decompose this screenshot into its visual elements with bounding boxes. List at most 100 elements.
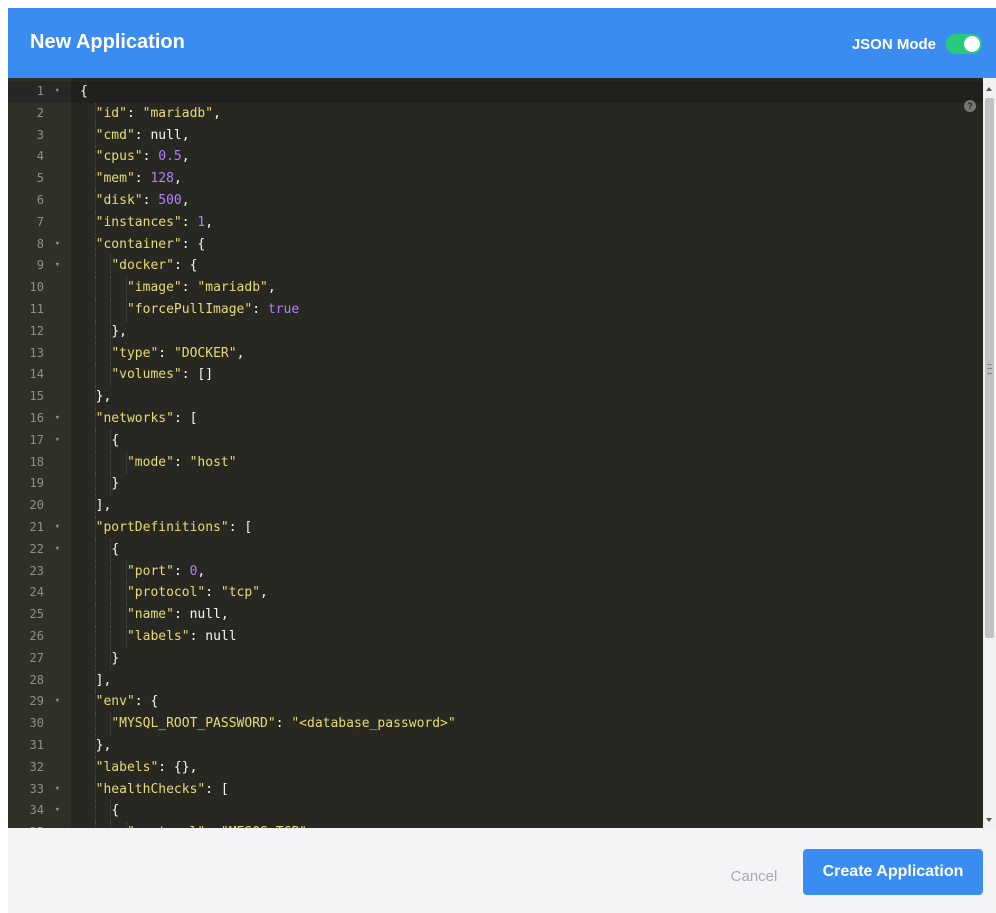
fold-arrow-icon[interactable]: ▾: [55, 691, 60, 713]
line-number-text: 3: [36, 127, 44, 142]
scroll-up-arrow-icon[interactable]: [986, 87, 992, 91]
line-number-gutter: 1 ▾ 2 3 4 5 6 7 8 ▾ 9 ▾ 10 11 12 13 14 15 16 ▾ 17 ▾ 18 19 20 21 ▾ 2…: [8, 78, 71, 828]
line-number: 4: [8, 146, 71, 168]
code-token-ws: [80, 389, 96, 404]
code-text: {: [80, 430, 119, 452]
code-line: "cmd": null,: [71, 124, 983, 147]
code-line: "disk": 500,: [71, 190, 983, 212]
fold-arrow-icon[interactable]: ▾: [55, 255, 60, 277]
code-text: "labels": null: [80, 626, 237, 648]
code-token-punc: }: [111, 650, 120, 666]
fold-arrow-icon[interactable]: ▾: [55, 81, 60, 103]
code-text: "id": "mariadb",: [80, 103, 221, 125]
code-line: "mem": 128,: [71, 168, 983, 190]
code-token-key: "instances": [95, 214, 182, 230]
json-mode-toggle[interactable]: [946, 34, 982, 54]
code-token-key: "port": [126, 563, 174, 579]
code-token-ws: [80, 542, 111, 557]
code-token-punc: :: [173, 607, 190, 623]
cancel-button[interactable]: Cancel: [712, 859, 796, 893]
code-token-punc: :: [158, 345, 174, 361]
code-area[interactable]: { "id": "mariadb", "cmd": null, "cpus": …: [71, 78, 983, 828]
line-number: 13: [8, 343, 71, 365]
line-number: 21 ▾: [8, 517, 71, 539]
line-number: 9 ▾: [8, 255, 71, 277]
line-number-text: 11: [29, 302, 44, 316]
code-token-lit: true: [267, 302, 300, 317]
code-token-punc: ,: [213, 105, 221, 121]
line-number: 1 ▾: [8, 81, 71, 103]
fold-arrow-icon[interactable]: ▾: [55, 539, 60, 561]
code-token-key: "id": [95, 105, 127, 121]
code-line: "mode": "host": [71, 451, 983, 474]
code-text: "image": "mariadb",: [80, 277, 276, 299]
code-line: "instances": 1,: [71, 211, 983, 234]
code-token-str: "mariadb": [197, 280, 268, 296]
fold-arrow-icon[interactable]: ▾: [55, 234, 60, 256]
code-token-key: "labels": [95, 759, 159, 775]
code-line: {: [71, 81, 983, 103]
line-number-text: 25: [29, 607, 44, 622]
line-number-text: 28: [29, 672, 44, 687]
code-line: "networks": [: [71, 408, 983, 430]
code-token-punc: null: [189, 607, 221, 623]
fold-arrow-icon[interactable]: ▾: [55, 430, 60, 452]
code-token-key: "volumes": [111, 367, 182, 383]
dialog-title: New Application: [30, 31, 185, 53]
code-text: "cpus": 0.5,: [80, 146, 190, 168]
code-token-key: "cpus": [95, 149, 143, 165]
code-token-str: "DOCKER": [173, 345, 237, 361]
code-token-ws: [80, 149, 96, 164]
code-token-key: "healthChecks": [95, 781, 206, 797]
code-text: "forcePullImage": true: [80, 299, 299, 321]
help-icon[interactable]: ?: [964, 100, 976, 112]
code-token-punc: : []: [181, 367, 214, 383]
code-token-ws: [80, 411, 96, 426]
line-number: 5: [8, 168, 71, 190]
code-token-ws: [80, 215, 96, 230]
code-token-ws: [80, 716, 111, 731]
code-token-punc: :: [126, 105, 143, 121]
scroll-down-arrow-icon[interactable]: [986, 818, 992, 822]
code-token-ws: [80, 455, 127, 470]
line-number: 17 ▾: [8, 430, 71, 452]
code-token-ws: [80, 433, 111, 448]
fold-arrow-icon[interactable]: ▾: [55, 779, 60, 801]
fold-arrow-icon[interactable]: ▾: [55, 408, 60, 430]
fold-arrow-icon[interactable]: ▾: [55, 800, 60, 822]
dialog-header: New Application JSON Mode: [8, 8, 996, 78]
code-token-punc: },: [111, 323, 127, 339]
code-line: "MYSQL_ROOT_PASSWORD": "<database_passwo…: [71, 713, 983, 735]
scrollbar-thumb[interactable]: [985, 98, 994, 638]
code-token-punc: {: [80, 84, 88, 99]
code-line: ],: [71, 495, 983, 517]
new-application-dialog: New Application JSON Mode 1 ▾ 2 3 4 5 6 7 8 ▾ 9 ▾ 10…: [8, 8, 996, 913]
code-text: "MYSQL_ROOT_PASSWORD": "<database_passwo…: [80, 713, 455, 735]
code-token-ws: [80, 346, 111, 361]
line-number-text: 30: [29, 716, 44, 731]
code-line: "env": {: [71, 691, 983, 714]
line-number-text: 22: [29, 541, 44, 556]
line-number-text: 32: [29, 759, 44, 774]
line-number: 28: [8, 670, 71, 692]
code-line: "labels": {},: [71, 756, 983, 779]
code-token-key: "forcePullImage": [126, 302, 253, 317]
code-line: "container": {: [71, 233, 983, 256]
code-token-punc: },: [95, 389, 112, 405]
line-number: 34 ▾: [8, 800, 71, 822]
fold-arrow-icon[interactable]: ▾: [55, 517, 60, 539]
code-token-punc: ,: [220, 607, 229, 623]
code-text: ],: [80, 670, 112, 692]
code-token-punc: :: [134, 171, 151, 187]
code-token-ws: [80, 302, 127, 317]
code-token-ws: [80, 694, 96, 709]
code-token-ws: [80, 673, 96, 688]
json-editor[interactable]: 1 ▾ 2 3 4 5 6 7 8 ▾ 9 ▾ 10 11 12 13 14 15 16 ▾ 17 ▾ 18 19 20 21 ▾ 2…: [8, 78, 996, 828]
code-line: {: [71, 538, 983, 561]
editor-scrollbar[interactable]: [983, 78, 996, 828]
code-token-punc: :: [173, 563, 190, 579]
code-token-ws: [80, 629, 127, 644]
line-number: 2: [8, 103, 71, 125]
create-application-button[interactable]: Create Application: [803, 849, 983, 895]
line-number: 24: [8, 582, 71, 604]
